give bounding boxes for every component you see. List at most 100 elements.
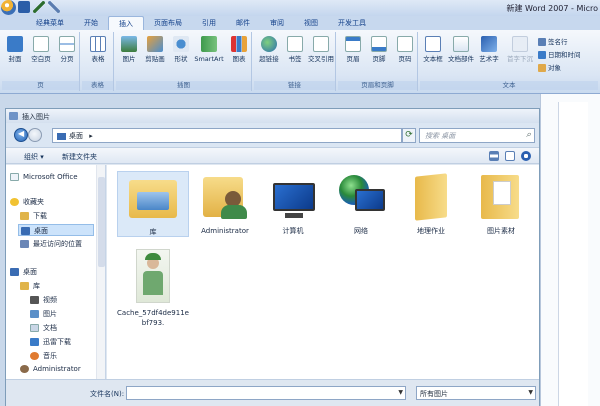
clip-art-button[interactable]: 剪贴画 [142,36,168,63]
tab-mailings[interactable]: 邮件 [226,16,260,30]
address-bar[interactable]: 桌面 ▸ [52,128,402,143]
group-label-text: 文本 [420,81,598,90]
nav-item-favorites[interactable]: 收藏夹 [10,197,44,207]
nav-scrollbar[interactable] [96,165,105,379]
group-links: 超链接 书签 交叉引用 链接 [254,32,336,91]
library-folder-icon [125,172,181,222]
refresh-button[interactable]: ⟳ [402,128,416,143]
nav-item-administrator[interactable]: Administrator [20,365,81,373]
file-item-picture-materials[interactable]: 图片素材 [465,171,537,236]
dialog-title: 插入图片 [22,113,50,121]
footer-icon [371,36,387,52]
forward-button[interactable] [28,128,42,142]
tab-home[interactable]: 开始 [74,16,108,30]
quick-parts-button[interactable]: 文档部件 [446,36,476,63]
tab-references[interactable]: 引用 [192,16,226,30]
recent-places-icon [20,240,29,248]
navigation-pane: Microsoft Office 收藏夹 下载 桌面 最近访问的位置 桌面 库 … [6,165,106,379]
filename-input[interactable]: ▼ [126,386,406,400]
cross-reference-icon [313,36,329,52]
quick-parts-icon [453,36,469,52]
tab-view[interactable]: 视图 [294,16,328,30]
group-tables: 表格 表格 [82,32,114,91]
file-item-cache-image[interactable]: Cache_57df4de911ebf793. [117,249,189,328]
cover-page-icon [7,36,23,52]
chart-button[interactable]: 图表 [226,36,252,63]
text-box-button[interactable]: 文本框 [420,36,446,63]
chevron-down-icon: ▼ [528,389,533,396]
page-break-button[interactable]: 分页 [54,36,80,63]
cross-reference-button[interactable]: 交叉引用 [308,36,334,63]
file-item-geography-homework[interactable]: 地理作业 [395,171,467,236]
shapes-button[interactable]: 形状 [168,36,194,63]
nav-item-pictures[interactable]: 图片 [30,309,57,319]
change-view-icon[interactable] [489,151,499,161]
hyperlink-button[interactable]: 超链接 [256,36,282,63]
preview-pane-icon[interactable] [505,151,515,161]
picture-dialog-icon [9,112,18,120]
nav-item-microsoft-office[interactable]: Microsoft Office [10,173,78,181]
signature-line-button[interactable]: 签名行 [538,36,568,46]
tab-page-layout[interactable]: 页面布局 [144,16,192,30]
picture-button[interactable]: 图片 [116,36,142,63]
wordart-button[interactable]: 艺术字 [476,36,502,63]
nav-item-libraries[interactable]: 库 [20,281,40,291]
group-label-pages: 页 [2,81,79,90]
clip-art-icon [147,36,163,52]
blank-page-button[interactable]: 空白页 [28,36,54,63]
search-icon: ⌕ [525,130,531,140]
redo-icon[interactable] [48,1,60,13]
file-type-select[interactable]: 所有图片 ▼ [416,386,536,400]
search-input[interactable]: 搜索 桌面 ⌕ [419,128,535,143]
download-folder-icon [20,212,29,220]
nav-item-documents[interactable]: 文档 [30,323,57,333]
file-item-libraries[interactable]: 库 [117,171,189,237]
blank-page-icon [33,36,49,52]
file-item-administrator[interactable]: Administrator [189,171,261,236]
tab-insert[interactable]: 插入 [108,16,144,30]
file-list: 库 Administrator 计算机 网络 地理作业 图片素材 Cache_5… [107,165,539,379]
footer-button[interactable]: 页脚 [366,36,392,63]
group-illustrations: 图片 剪贴画 形状 SmartArt 图表 插图 [116,32,252,91]
group-label-illustrations: 插图 [116,81,251,90]
nav-item-downloads[interactable]: 下载 [20,211,47,221]
smartart-button[interactable]: SmartArt [192,36,226,63]
page-number-button[interactable]: 页码 [392,36,418,63]
page-number-icon [397,36,413,52]
nav-scrollbar-thumb[interactable] [98,177,105,267]
file-item-computer[interactable]: 计算机 [257,171,329,236]
nav-item-desktop[interactable]: 桌面 [10,267,37,277]
address-row: ◀ 桌面 ▸ ⟳ 搜索 桌面 ⌕ [6,123,539,147]
smartart-icon [201,36,217,52]
organize-button[interactable]: 组织 ▾ [24,152,44,162]
nav-item-music[interactable]: 音乐 [30,351,57,361]
table-button[interactable]: 表格 [85,36,111,63]
nav-item-recent-places[interactable]: 最近访问的位置 [20,239,82,249]
bookmark-button[interactable]: 书签 [282,36,308,63]
header-button[interactable]: 页眉 [340,36,366,63]
drop-cap-button[interactable]: 首字下沉 [504,36,536,63]
tab-review[interactable]: 审阅 [260,16,294,30]
text-box-icon [425,36,441,52]
file-item-network[interactable]: 网络 [325,171,397,236]
nav-item-desktop-selected[interactable]: 桌面 [18,224,94,236]
undo-icon[interactable] [33,1,45,13]
cover-page-button[interactable]: 封面 [2,36,28,63]
new-folder-button[interactable]: 新建文件夹 [62,152,97,162]
tab-classic-menu[interactable]: 经典菜单 [26,16,74,30]
nav-item-thunder-downloads[interactable]: 迅雷下载 [30,337,71,347]
drop-cap-icon [512,36,528,52]
save-icon[interactable] [18,1,30,13]
video-library-icon [30,296,39,304]
help-icon[interactable] [521,151,531,161]
chart-icon [231,36,247,52]
nav-item-videos[interactable]: 视频 [30,295,57,305]
group-label-links: 链接 [254,81,335,90]
object-button[interactable]: 对象 [538,62,561,72]
chevron-down-icon[interactable]: ▼ [398,389,403,396]
header-icon [345,36,361,52]
thunder-download-icon [30,338,39,346]
tab-developer[interactable]: 开发工具 [328,16,376,30]
date-time-button[interactable]: 日期和时间 [538,49,581,59]
insert-picture-dialog: 插入图片 ◀ 桌面 ▸ ⟳ 搜索 桌面 ⌕ 组织 ▾ 新建文件夹 Microso… [5,108,540,406]
